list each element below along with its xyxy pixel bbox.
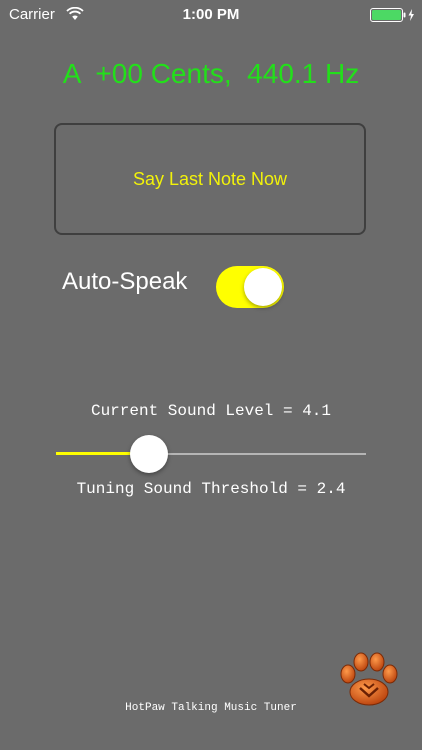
auto-speak-label: Auto-Speak [62, 268, 188, 295]
status-bar: Carrier 1:00 PM [0, 0, 422, 30]
app-title: HotPaw Talking Music Tuner [125, 702, 297, 714]
battery-charging-icon [370, 8, 416, 22]
threshold-slider[interactable] [56, 434, 366, 474]
current-sound-level: Current Sound Level = 4.1 [90, 402, 332, 420]
paw-logo-icon [336, 650, 402, 708]
auto-speak-toggle[interactable] [216, 266, 284, 308]
slider-thumb[interactable] [130, 435, 168, 473]
tuning-sound-threshold: Tuning Sound Threshold = 2.4 [76, 480, 346, 498]
note-readout: A +00 Cents, 440.1 Hz [62, 58, 360, 89]
toggle-knob [244, 268, 282, 306]
say-last-note-button[interactable]: Say Last Note Now [54, 123, 366, 235]
status-time: 1:00 PM [182, 6, 240, 23]
say-last-note-label: Say Last Note Now [132, 168, 288, 189]
